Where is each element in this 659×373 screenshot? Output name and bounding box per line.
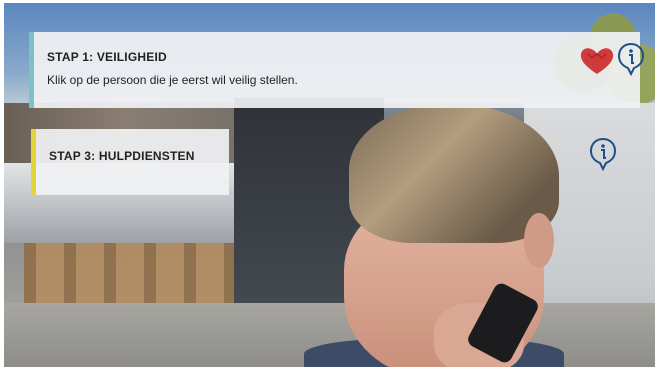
scene-frame: STAP 1: VEILIGHEID Klik op de persoon di…	[4, 3, 655, 367]
step-panel-safety: STAP 1: VEILIGHEID Klik op de persoon di…	[29, 32, 645, 108]
heart-icon[interactable]	[579, 46, 615, 76]
step-panel-emergency-services: STAP 3: HULPDIENSTEN	[31, 129, 229, 195]
info-icon[interactable]	[589, 137, 617, 171]
person-ear[interactable]	[524, 213, 554, 268]
info-icon[interactable]	[617, 42, 645, 76]
step-title: STAP 1: VEILIGHEID	[47, 50, 167, 64]
step-title: STAP 3: HULPDIENSTEN	[49, 149, 195, 163]
step-instruction: Klik op de persoon die je eerst wil veil…	[47, 73, 298, 87]
